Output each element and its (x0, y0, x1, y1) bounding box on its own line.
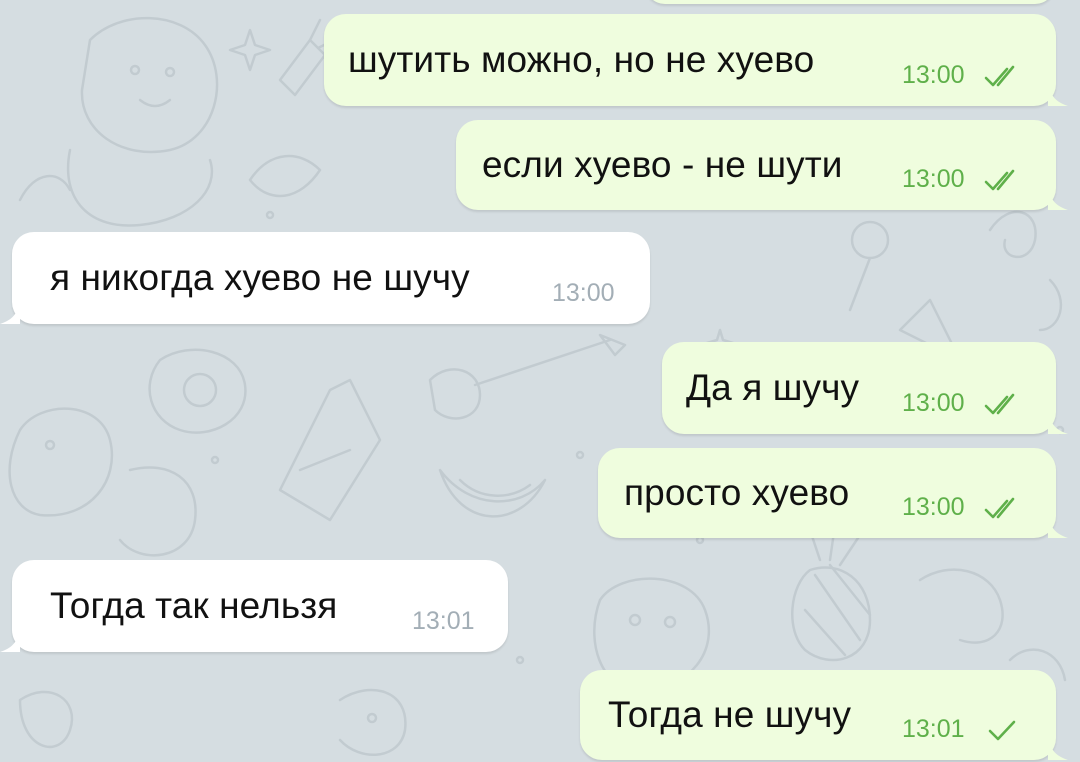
message-text: Тогда не шучу (608, 694, 852, 735)
message-text: шутить можно, но не хуево (348, 39, 815, 80)
message-time: 13:00 (902, 165, 965, 193)
message-time: 13:01 (902, 715, 965, 743)
message-bubble-outgoing[interactable]: Да я шучу 13:00 (662, 342, 1068, 434)
message-text: Тогда так нельзя (50, 585, 338, 626)
message-text: Да я шучу (686, 367, 860, 408)
bubble-tail (1048, 82, 1068, 106)
read-double-check-icon (984, 169, 1015, 191)
message-text: просто хуево (624, 472, 850, 513)
read-double-check-icon (984, 393, 1015, 415)
message-time: 13:00 (902, 493, 965, 521)
message-time: 13:00 (552, 279, 615, 307)
message-bubble-incoming[interactable]: я никогда хуево не шучу 13:00 (0, 232, 650, 324)
previous-message-bubble-edge (645, 0, 1055, 4)
message-bubble-outgoing[interactable]: шутить можно, но не хуево 13:00 (324, 14, 1068, 106)
sent-single-check-icon (988, 720, 1016, 741)
message-time: 13:00 (902, 61, 965, 89)
bubble-tail (1048, 514, 1068, 538)
message-text: я никогда хуево не шучу (50, 257, 470, 298)
message-time: 13:00 (902, 389, 965, 417)
message-bubble-outgoing[interactable]: если хуево - не шути 13:00 (456, 120, 1068, 210)
bubble-tail (0, 628, 20, 652)
message-bubble-outgoing[interactable]: просто хуево 13:00 (598, 448, 1068, 538)
message-bubble-incoming[interactable]: Тогда так нельзя 13:01 (0, 560, 508, 652)
chat-area[interactable]: шутить можно, но не хуево 13:00 если хуе… (0, 0, 1080, 762)
bubble-tail (1048, 736, 1068, 760)
bubble-tail (1048, 410, 1068, 434)
message-time: 13:01 (412, 607, 475, 635)
bubble-tail (0, 300, 20, 324)
message-text: если хуево - не шути (482, 144, 843, 185)
bubble-tail (1048, 186, 1068, 210)
read-double-check-icon (984, 65, 1015, 87)
read-double-check-icon (984, 497, 1015, 519)
message-bubble-outgoing[interactable]: Тогда не шучу 13:01 (580, 670, 1068, 760)
